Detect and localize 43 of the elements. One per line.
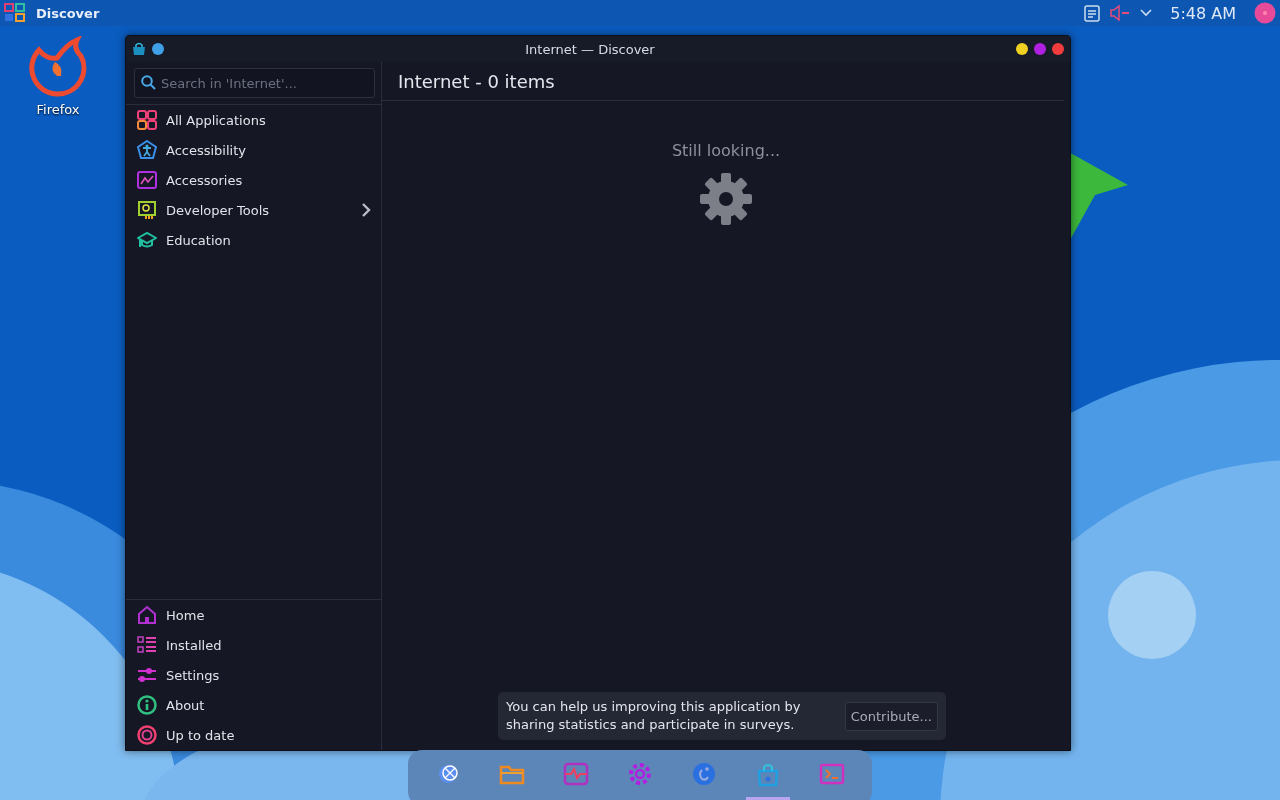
status-text: Still looking... [671, 141, 781, 160]
category-icon [137, 110, 157, 130]
bag-icon[interactable] [132, 42, 146, 56]
category-item[interactable]: Accessories [126, 165, 381, 195]
minimize-button[interactable] [1016, 43, 1028, 55]
nav-icon [137, 695, 157, 715]
nav-icon [137, 605, 157, 625]
gear-icon [699, 172, 753, 226]
pin-button[interactable] [152, 43, 164, 55]
chevron-right-icon[interactable] [361, 203, 371, 217]
close-button[interactable] [1052, 43, 1064, 55]
clipboard-icon[interactable] [1084, 4, 1101, 22]
search-icon [141, 75, 156, 90]
fox-flame-icon[interactable] [27, 36, 89, 98]
user-avatar[interactable] [1254, 2, 1276, 24]
category-icon [137, 230, 157, 250]
category-item[interactable]: Developer Tools [126, 195, 381, 225]
app-launcher-icon[interactable] [4, 2, 26, 24]
nav-item[interactable]: Up to date [126, 720, 381, 750]
nav-item[interactable]: Installed [126, 630, 381, 660]
maximize-button[interactable] [1034, 43, 1046, 55]
category-item[interactable]: Education [126, 225, 381, 255]
category-item[interactable]: Accessibility [126, 135, 381, 165]
muted-speaker-icon[interactable] [1110, 5, 1131, 21]
window-title: Internet — Discover [524, 41, 656, 57]
nav-item[interactable]: Settings [126, 660, 381, 690]
category-icon [137, 140, 157, 160]
nav-item[interactable]: Home [126, 600, 381, 630]
nav-icon [137, 635, 157, 655]
chevron-down-icon[interactable] [1140, 9, 1153, 17]
active-app-title: Discover [36, 5, 100, 21]
nav-icon [137, 725, 157, 745]
search-field[interactable]: Search in 'Internet'... [134, 68, 375, 98]
category-item[interactable]: All Applications [126, 105, 381, 135]
nav-item[interactable]: About [126, 690, 381, 720]
page-heading: Internet - 0 items [382, 62, 1064, 101]
category-icon [137, 170, 157, 190]
nav-icon [137, 665, 157, 685]
contribute-button[interactable]: Contribute... [844, 701, 938, 731]
notification-text: You can help us improving this application by sharing statistics and participate in surveys. [506, 698, 802, 734]
desktop-icon-label[interactable]: Firefox [36, 102, 80, 117]
clock[interactable]: 5:48 AM [1170, 3, 1236, 23]
category-icon [137, 200, 157, 220]
